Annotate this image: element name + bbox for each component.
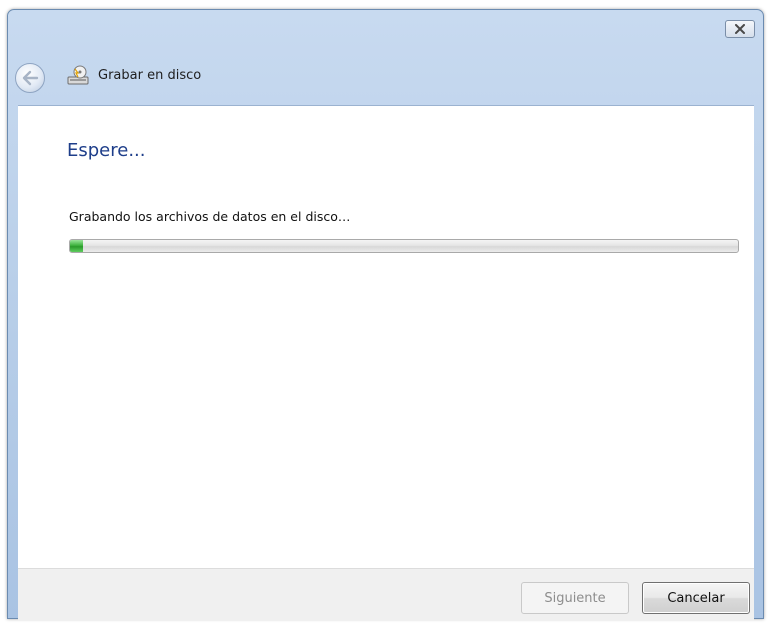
progress-fill — [70, 240, 84, 252]
cancel-button[interactable]: Cancelar — [642, 582, 750, 614]
status-text: Grabando los archivos de datos en el dis… — [69, 209, 351, 224]
footer-bar: Siguiente Cancelar — [18, 568, 754, 621]
progress-bar — [69, 239, 739, 253]
back-button[interactable] — [15, 63, 45, 93]
page-heading: Espere... — [67, 140, 146, 161]
back-arrow-icon — [22, 70, 39, 86]
window-title: Grabar en disco — [98, 68, 202, 83]
close-button[interactable] — [725, 20, 755, 38]
content-panel: Espere... Grabando los archivos de datos… — [18, 105, 754, 569]
wizard-window: Grabar en disco Espere... Grabando los a… — [7, 9, 764, 621]
close-icon — [735, 24, 745, 34]
next-button[interactable]: Siguiente — [521, 582, 629, 614]
burn-disc-icon — [67, 65, 89, 85]
